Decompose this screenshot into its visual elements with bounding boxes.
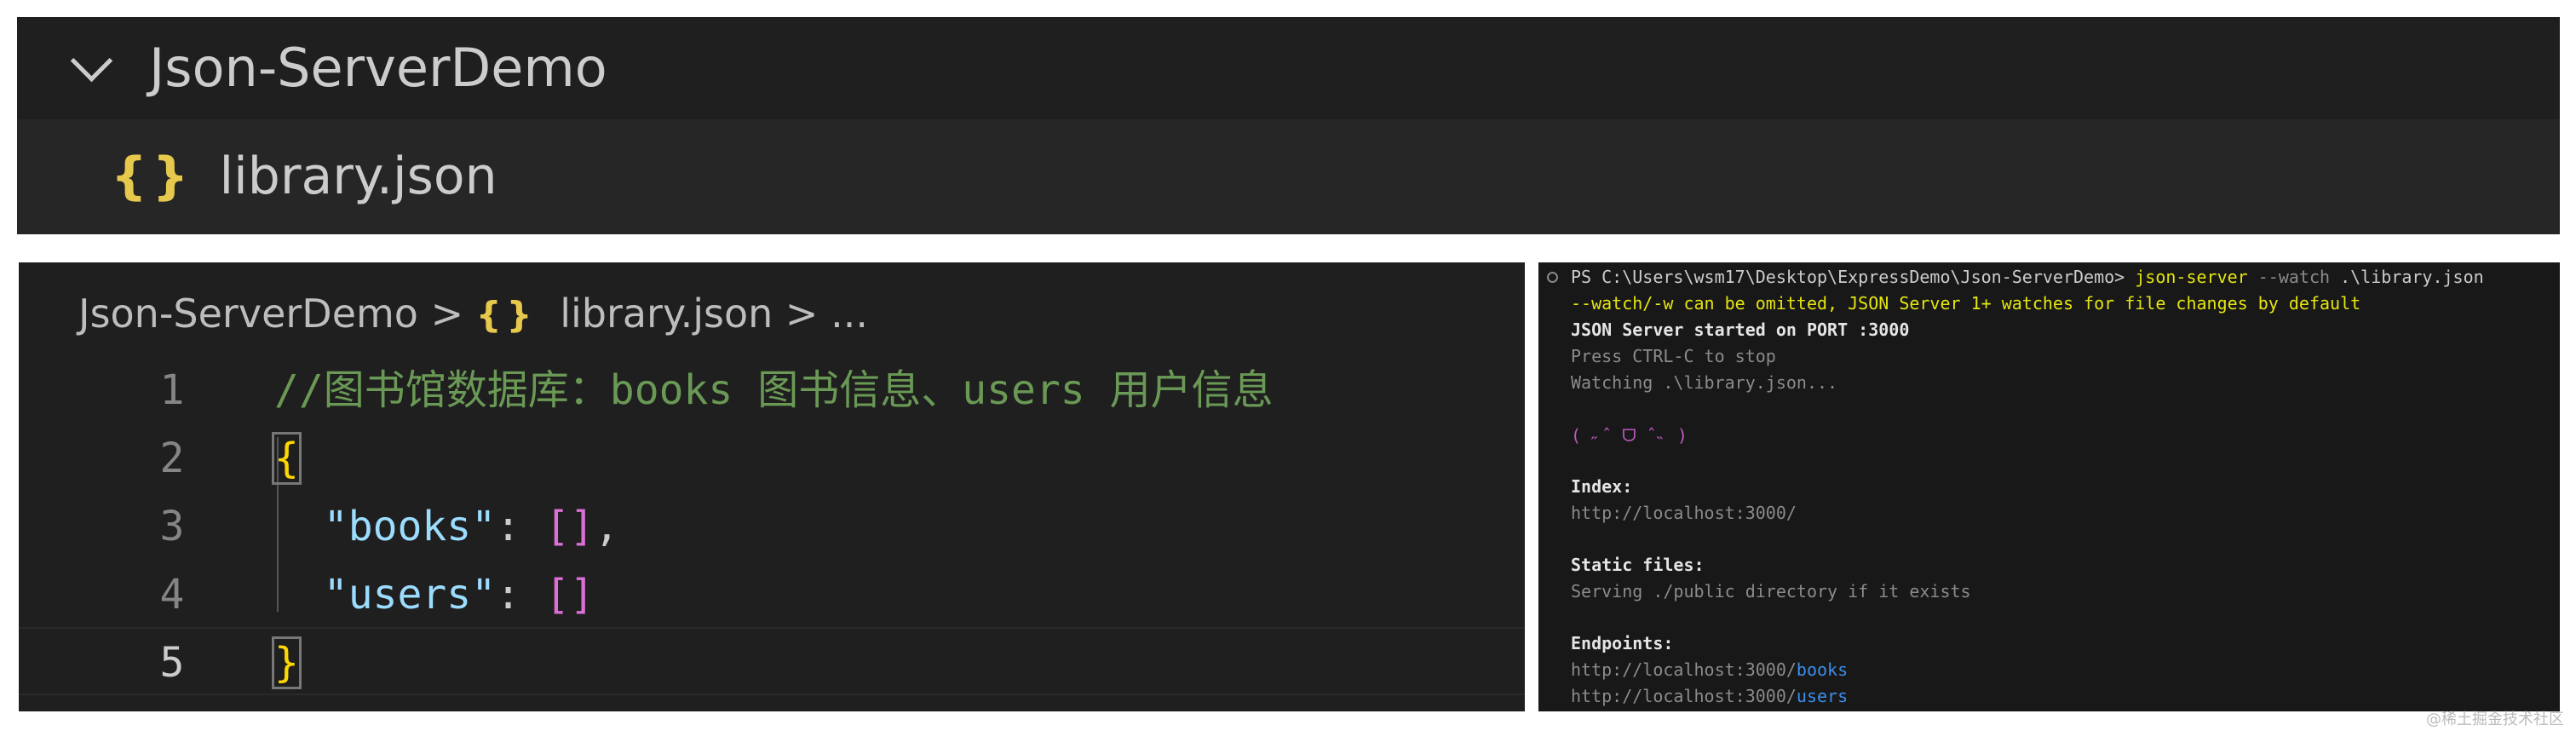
line-number: 5 — [159, 639, 185, 687]
json-file-icon: {} — [111, 147, 194, 206]
comment: //图书馆数据库：books 图书信息、users 用户信息 — [274, 366, 1274, 414]
colon: : — [496, 503, 545, 550]
open-brace: { — [272, 432, 302, 485]
close-brace: } — [272, 636, 302, 689]
line-number: 3 — [159, 503, 185, 550]
json-file-icon: {} — [475, 294, 538, 336]
breadcrumb-folder[interactable]: Json-ServerDemo — [78, 291, 418, 337]
code-line: 1 //图书馆数据库：books 图书信息、users 用户信息 — [19, 356, 1525, 424]
line-number: 2 — [159, 435, 185, 482]
comma: , — [594, 503, 619, 550]
index-url[interactable]: http://localhost:3000/ — [1571, 500, 1797, 526]
json-array: [] — [544, 503, 595, 550]
line-number: 1 — [159, 366, 185, 414]
folder-name: Json-ServerDemo — [149, 37, 607, 99]
breadcrumb-more[interactable]: ... — [831, 291, 868, 337]
json-key: "books" — [323, 503, 497, 550]
endpoint-path: books — [1796, 659, 1849, 680]
explorer-panel: Json-ServerDemo {} library.json — [17, 17, 2560, 234]
stop-hint: Press CTRL-C to stop — [1571, 346, 1776, 366]
terminal[interactable]: PS C:\Users\wsm17\Desktop\ExpressDemo\Js… — [1538, 262, 2560, 711]
command-arg: .\library.json — [2330, 267, 2484, 287]
command-flag: --watch — [2247, 267, 2331, 287]
endpoint-base: http://localhost:3000/ — [1571, 659, 1797, 680]
code-line: 4 "users": [] — [19, 561, 1525, 629]
code-line: 2 { — [19, 424, 1525, 492]
endpoints-label: Endpoints: — [1571, 633, 1674, 653]
endpoint-books[interactable]: http://localhost:3000/books — [1571, 657, 1848, 682]
endpoint-users[interactable]: http://localhost:3000/users — [1571, 683, 1848, 709]
breadcrumb-separator: > — [430, 291, 464, 337]
colon: : — [496, 571, 545, 619]
breadcrumb-separator: > — [785, 291, 819, 337]
code-line: 3 "books": [], — [19, 492, 1525, 561]
watermark: @稀土掘金技术社区 — [2426, 711, 2564, 728]
watching-line: Watching .\library.json... — [1571, 372, 1838, 393]
terminal-command-line: PS C:\Users\wsm17\Desktop\ExpressDemo\Js… — [1571, 264, 2484, 290]
breadcrumb-file[interactable]: library.json — [560, 291, 773, 337]
breadcrumb: Json-ServerDemo > {} library.json > ... — [78, 288, 868, 339]
folder-header[interactable]: Json-ServerDemo — [17, 17, 2560, 119]
static-label: Static files: — [1571, 555, 1705, 575]
code-editor[interactable]: Json-ServerDemo > {} library.json > ... … — [19, 262, 1525, 711]
endpoint-path: users — [1796, 686, 1849, 706]
file-name: library.json — [219, 147, 497, 206]
command: json-server — [2135, 267, 2248, 287]
prompt: PS C:\Users\wsm17\Desktop\ExpressDemo\Js… — [1571, 267, 2136, 287]
line-number: 4 — [159, 571, 185, 619]
started-line: JSON Server started on PORT :3000 — [1571, 319, 1910, 340]
file-item-library-json[interactable]: {} library.json — [17, 119, 2560, 234]
code-line: 5 } — [19, 629, 1525, 697]
json-array: [] — [544, 571, 595, 619]
warning-line: --watch/-w can be omitted, JSON Server 1… — [1571, 293, 2361, 314]
kaomoji: ( ˶ˆ ᗜ ˆ˵ ) — [1571, 425, 1688, 446]
index-label: Index: — [1571, 476, 1633, 497]
endpoint-base: http://localhost:3000/ — [1571, 686, 1797, 706]
static-text: Serving ./public directory if it exists — [1571, 581, 1971, 601]
command-status-icon — [1547, 272, 1558, 283]
chevron-down-icon — [70, 39, 113, 82]
json-key: "users" — [323, 571, 497, 619]
